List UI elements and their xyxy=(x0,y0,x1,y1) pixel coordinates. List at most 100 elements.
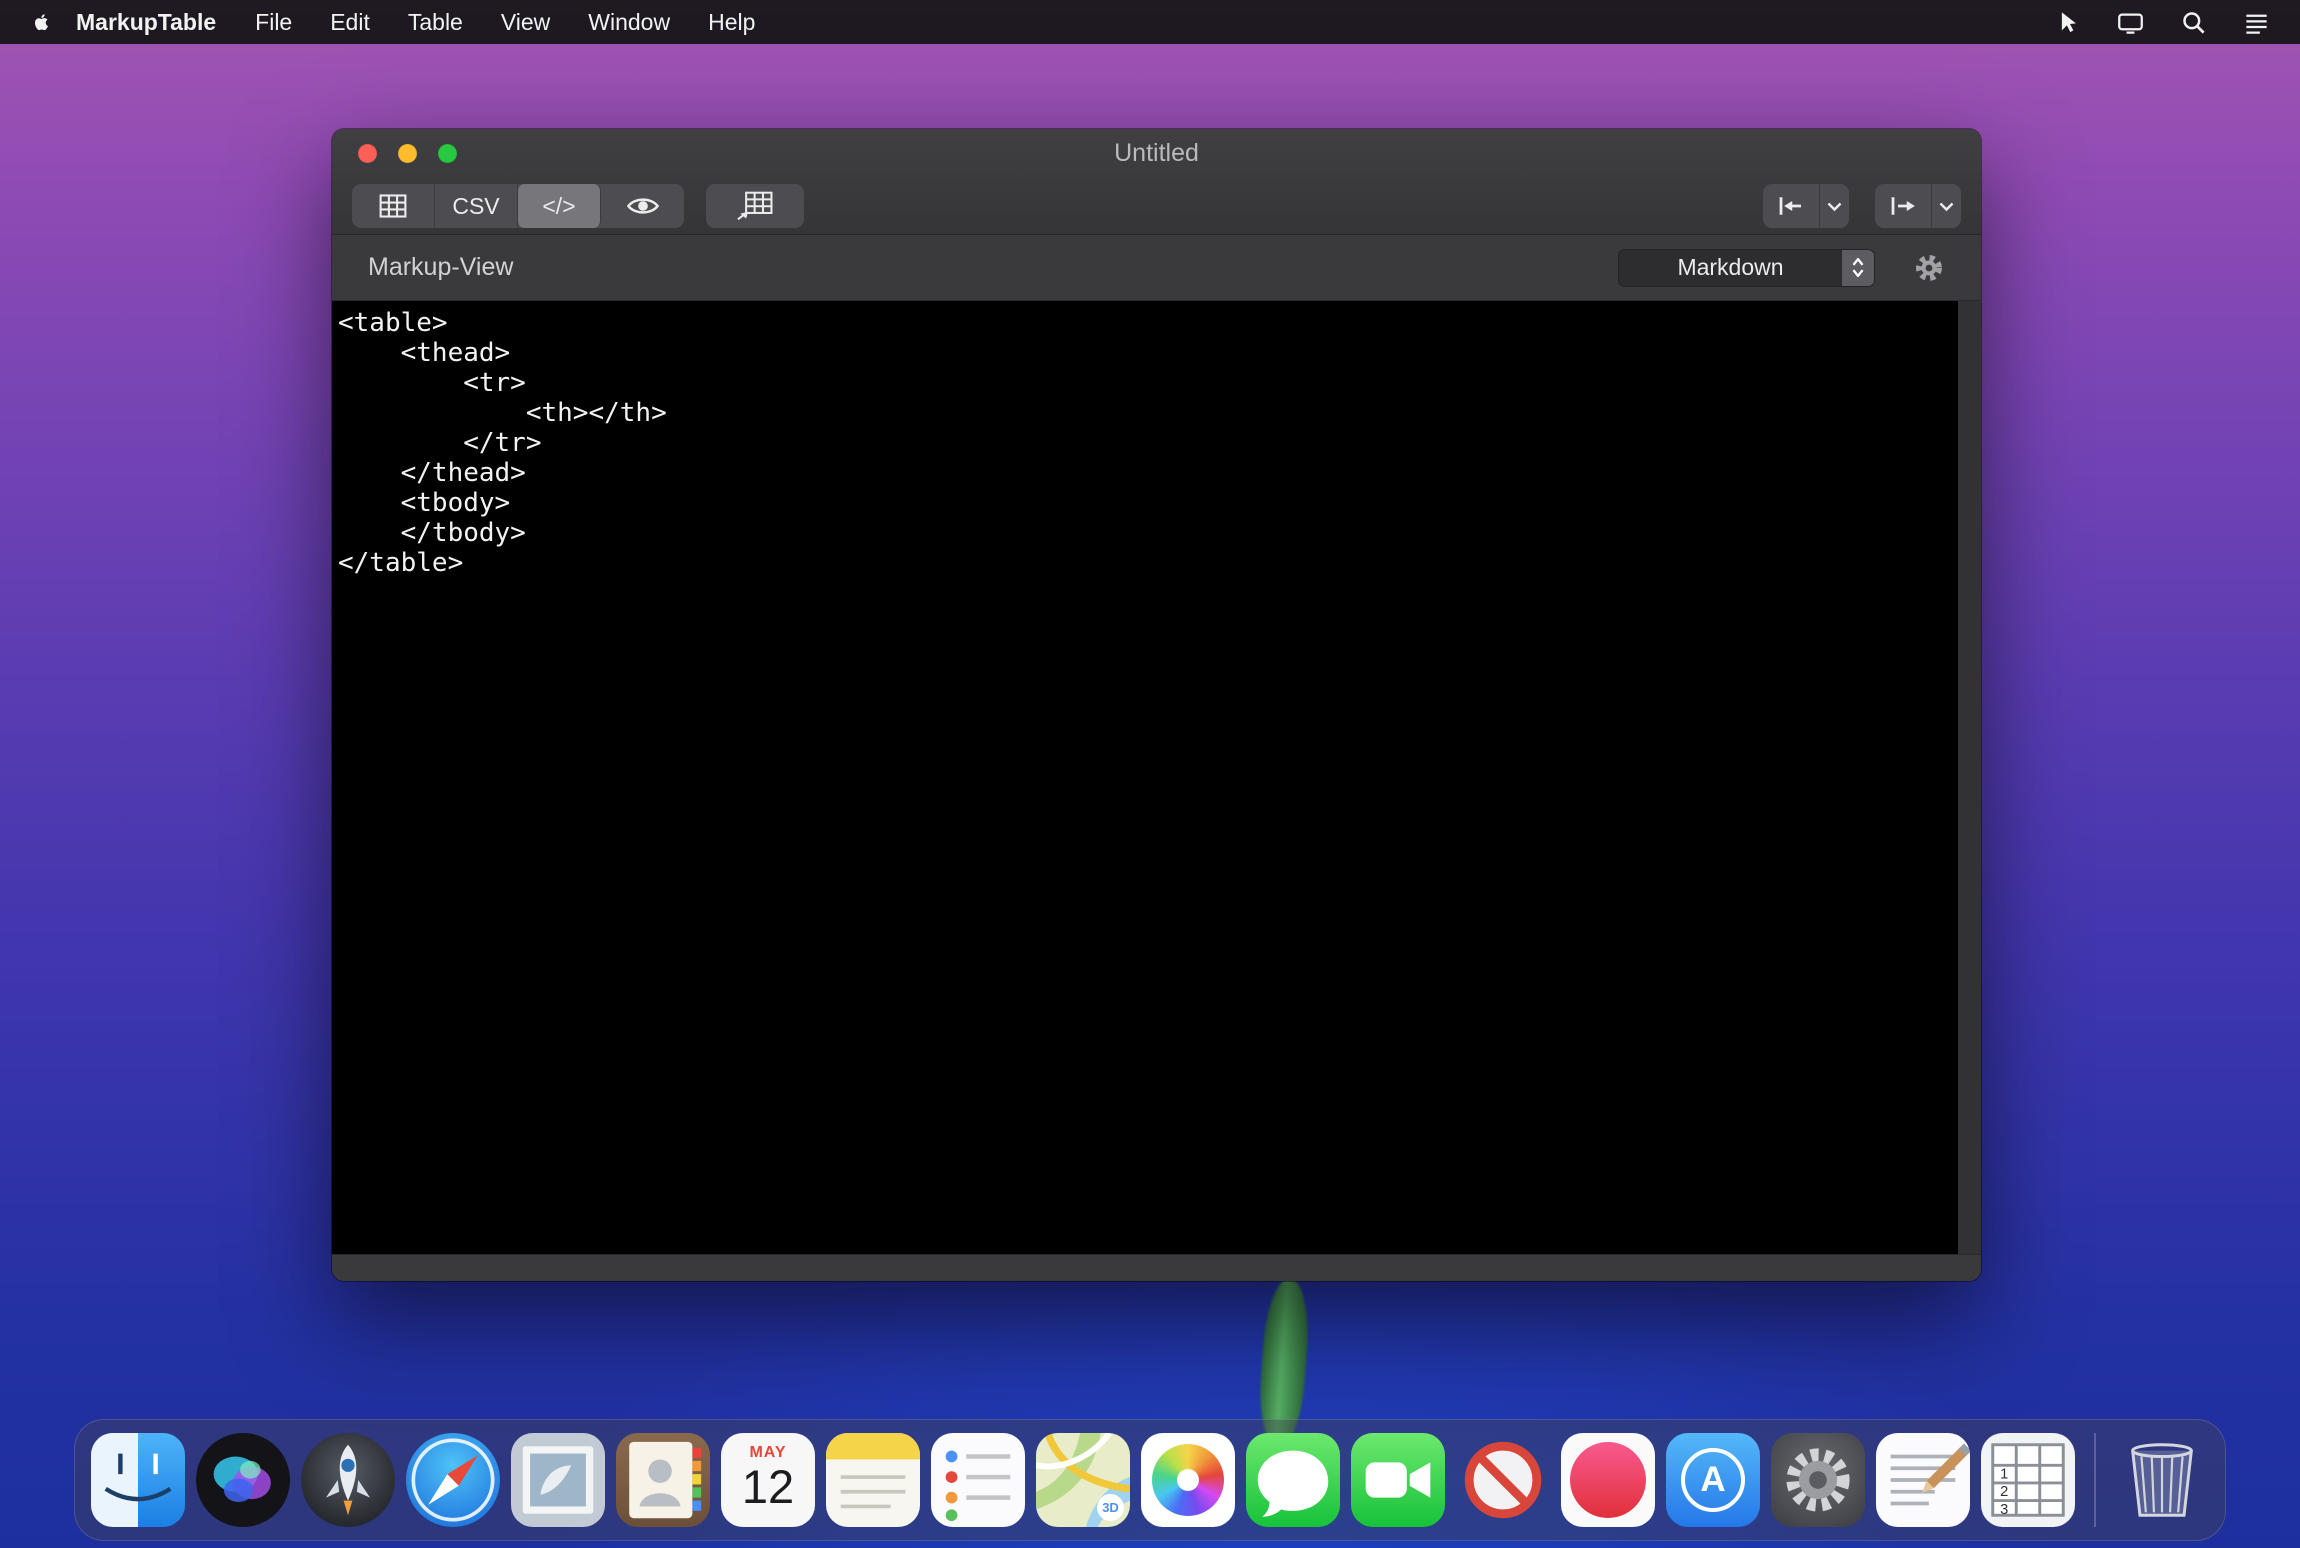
menu-file[interactable]: File xyxy=(255,9,292,36)
displays-icon[interactable] xyxy=(2117,9,2144,36)
dock-icon-facetime[interactable] xyxy=(1351,1433,1445,1527)
window-title: Untitled xyxy=(332,129,1981,177)
export-options-chevron[interactable] xyxy=(1931,184,1961,228)
mail-icon xyxy=(511,1433,605,1527)
insert-table-icon xyxy=(736,190,774,222)
dock-icon-app-store[interactable]: A xyxy=(1666,1433,1760,1527)
menu-help[interactable]: Help xyxy=(708,9,755,36)
traffic-lights xyxy=(358,144,457,163)
dock-icon-launchpad[interactable] xyxy=(301,1433,395,1527)
notes-icon xyxy=(826,1433,920,1527)
import-button[interactable] xyxy=(1763,184,1849,228)
segment-markup-label: </> xyxy=(542,193,575,220)
dock-icon-contacts[interactable] xyxy=(616,1433,710,1527)
app-store-icon: A xyxy=(1666,1433,1760,1527)
svg-text:2: 2 xyxy=(2000,1484,2008,1500)
markup-editor[interactable]: <table> <thead> <tr> <th></th> </tr> </t… xyxy=(332,301,1958,1254)
segment-preview[interactable] xyxy=(601,184,684,228)
markup-view-title: Markup-View xyxy=(368,253,513,282)
dock: MAY 12 3D A xyxy=(74,1419,2226,1541)
import-options-chevron[interactable] xyxy=(1819,184,1849,228)
markuptable-app-icon: 12 3 xyxy=(1981,1433,2075,1527)
system-preferences-icon xyxy=(1771,1433,1865,1527)
table-grid-icon xyxy=(378,193,408,219)
safari-icon xyxy=(406,1433,500,1527)
messages-icon xyxy=(1246,1433,1340,1527)
app-store-letter: A xyxy=(1700,1460,1725,1500)
menu-window[interactable]: Window xyxy=(588,9,670,36)
launchpad-icon xyxy=(301,1433,395,1527)
facetime-icon xyxy=(1351,1433,1445,1527)
import-icon xyxy=(1776,191,1806,221)
calendar-icon: MAY 12 xyxy=(721,1433,815,1527)
zoom-button[interactable] xyxy=(438,144,457,163)
dock-icon-system-preferences[interactable] xyxy=(1771,1433,1865,1527)
markup-view-header: Markup-View Markdown xyxy=(332,235,1981,301)
app-window: Untitled CSV xyxy=(332,129,1981,1281)
segment-csv-label: CSV xyxy=(452,193,499,220)
dock-icon-mail[interactable] xyxy=(511,1433,605,1527)
format-select[interactable]: Markdown xyxy=(1618,249,1875,287)
window-chrome: Untitled CSV xyxy=(332,129,1981,235)
dock-icon-music[interactable] xyxy=(1561,1433,1655,1527)
view-mode-segmented-control: CSV </> xyxy=(352,184,684,228)
dock-divider xyxy=(2094,1433,2096,1527)
segment-csv-view[interactable]: CSV xyxy=(435,184,518,228)
calendar-day: 12 xyxy=(721,1462,815,1511)
maps-icon: 3D xyxy=(1036,1433,1130,1527)
close-button[interactable] xyxy=(358,144,377,163)
chevron-down-icon xyxy=(1826,201,1843,212)
contacts-icon xyxy=(616,1433,710,1527)
chevron-down-icon xyxy=(1938,201,1955,212)
dock-icon-markuptable[interactable]: 12 3 xyxy=(1981,1433,2075,1527)
menu-edit[interactable]: Edit xyxy=(330,9,370,36)
notification-list-icon[interactable] xyxy=(2243,9,2270,36)
menu-view[interactable]: View xyxy=(501,9,550,36)
music-icon xyxy=(1561,1433,1655,1527)
format-select-value: Markdown xyxy=(1619,254,1842,281)
insert-table-button[interactable] xyxy=(706,184,804,228)
textedit-icon xyxy=(1876,1433,1970,1527)
trash-icon xyxy=(2115,1433,2209,1527)
menu-status-area xyxy=(2054,9,2300,36)
menu-app-name[interactable]: MarkupTable xyxy=(76,9,216,36)
finder-icon xyxy=(91,1433,185,1527)
dock-icon-messages[interactable] xyxy=(1246,1433,1340,1527)
export-icon xyxy=(1888,191,1918,221)
eye-icon xyxy=(626,195,660,217)
dock-icon-missing-app[interactable] xyxy=(1456,1433,1550,1527)
svg-text:3: 3 xyxy=(2000,1502,2008,1518)
dock-icon-textedit[interactable] xyxy=(1876,1433,1970,1527)
chevron-up-icon xyxy=(1851,258,1865,266)
dock-icon-reminders[interactable] xyxy=(931,1433,1025,1527)
dock-icon-trash[interactable] xyxy=(2115,1433,2209,1527)
pointer-icon[interactable] xyxy=(2054,9,2081,36)
window-status-bar xyxy=(332,1254,1981,1281)
reminders-icon xyxy=(931,1433,1025,1527)
window-toolbar: CSV </> xyxy=(332,177,1981,235)
minimize-button[interactable] xyxy=(398,144,417,163)
dock-icon-maps[interactable]: 3D xyxy=(1036,1433,1130,1527)
export-button[interactable] xyxy=(1875,184,1961,228)
dock-icon-finder[interactable] xyxy=(91,1433,185,1527)
segment-table-view[interactable] xyxy=(352,184,435,228)
editor-code[interactable]: <table> <thead> <tr> <th></th> </tr> </t… xyxy=(332,301,1958,578)
gear-icon[interactable] xyxy=(1913,252,1945,284)
dock-icon-calendar[interactable]: MAY 12 xyxy=(721,1433,815,1527)
siri-icon xyxy=(196,1433,290,1527)
segment-markup-view[interactable]: </> xyxy=(518,184,601,228)
dock-icon-siri[interactable] xyxy=(196,1433,290,1527)
dock-icon-safari[interactable] xyxy=(406,1433,500,1527)
chevron-down-icon xyxy=(1851,269,1865,277)
spotlight-search-icon[interactable] xyxy=(2180,9,2207,36)
menu-table[interactable]: Table xyxy=(408,9,463,36)
menu-bar: MarkupTable File Edit Table View Window … xyxy=(0,0,2300,44)
maps-3d-badge: 3D xyxy=(1097,1494,1124,1521)
svg-text:1: 1 xyxy=(2000,1467,2008,1483)
photos-icon xyxy=(1141,1433,1235,1527)
editor-scrollbar-gutter[interactable] xyxy=(1958,301,1981,1254)
dock-icon-notes[interactable] xyxy=(826,1433,920,1527)
missing-app-icon xyxy=(1456,1433,1550,1527)
dock-icon-photos[interactable] xyxy=(1141,1433,1235,1527)
apple-menu-icon[interactable] xyxy=(28,9,50,35)
